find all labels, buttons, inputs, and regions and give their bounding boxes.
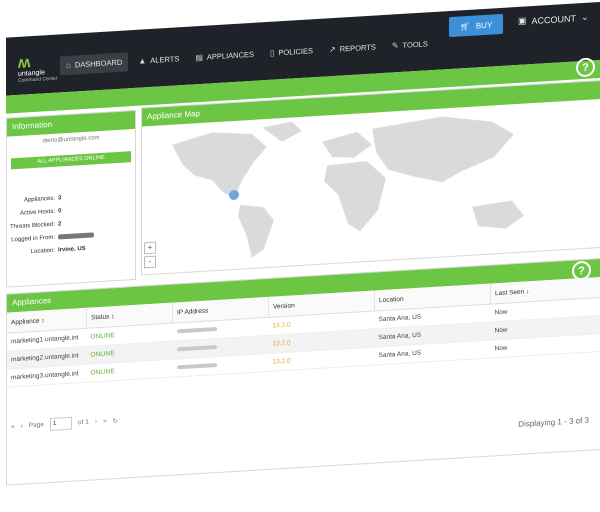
nav-policies[interactable]: ▯ POLICIES	[264, 41, 319, 63]
europe-shape	[322, 131, 372, 160]
appliance-map-panel: Appliance Map + -	[141, 80, 600, 276]
account-label: ACCOUNT	[532, 13, 577, 26]
appliances-icon: ▤	[195, 53, 203, 62]
cell-appliance: marketing3.untangle.int	[7, 364, 87, 387]
prev-page-button[interactable]: ‹	[21, 423, 23, 430]
displaying-count: Displaying 1 - 3 of 3	[518, 416, 589, 429]
appliances-panel: Appliances ? Appliance ↕ Status ↕ IP Add…	[6, 258, 600, 486]
page-label: Page	[29, 421, 44, 429]
policies-icon: ▯	[270, 49, 274, 58]
pagination: « ‹ Page 1 of 1 › » ↻	[11, 414, 118, 433]
next-page-button[interactable]: ›	[95, 418, 97, 425]
info-row-logged-in: Logged in From:	[7, 230, 135, 244]
info-row-appliances: Appliances:3	[7, 191, 135, 205]
brand-subtitle: Command Center	[18, 76, 58, 84]
home-icon: ⌂	[66, 61, 71, 70]
nav-tools[interactable]: ✎ TOOLS	[386, 34, 434, 56]
redacted-ip	[177, 327, 217, 333]
zoom-in-button[interactable]: +	[144, 242, 156, 255]
world-map[interactable]	[142, 99, 599, 272]
south-america-shape	[238, 203, 274, 259]
redacted-ip	[177, 345, 217, 351]
nav-alerts[interactable]: ▲ ALERTS	[132, 49, 185, 71]
dashboard-window: ʍ untangle Command Center ⌂ DASHBOARD ▲ ALE…	[0, 2, 600, 512]
nav-label: APPLIANCES	[207, 50, 254, 62]
alert-icon: ▲	[138, 56, 146, 65]
chevron-down-icon: ⌄	[581, 12, 589, 23]
buy-label: BUY	[476, 20, 492, 30]
nav-dashboard[interactable]: ⌂ DASHBOARD	[60, 52, 128, 75]
help-icon[interactable]: ?	[576, 57, 595, 77]
redacted-ip	[58, 232, 94, 239]
greenland-shape	[262, 121, 302, 143]
info-row-threats: Threats Blocked:2	[7, 217, 135, 231]
account-card-icon: ▣	[518, 15, 527, 27]
reports-icon: ↗	[329, 45, 336, 54]
redacted-ip	[177, 363, 217, 369]
buy-button[interactable]: 🛒︎ BUY	[449, 14, 503, 37]
page-input[interactable]: 1	[50, 417, 72, 431]
page-count: of 1	[78, 419, 89, 427]
nav-label: ALERTS	[150, 54, 179, 65]
account-menu[interactable]: ▣ ACCOUNT ⌄	[518, 12, 589, 27]
tools-icon: ✎	[392, 41, 399, 50]
nav-reports[interactable]: ↗ REPORTS	[323, 37, 382, 60]
cart-icon: 🛒︎	[460, 21, 470, 31]
north-america-shape	[172, 129, 267, 203]
zoom-out-button[interactable]: -	[144, 256, 156, 269]
nav-label: POLICIES	[278, 46, 313, 57]
information-panel: Information demo@untangle.com ALL APPLIA…	[6, 110, 136, 288]
nav-label: DASHBOARD	[75, 58, 123, 70]
last-page-button[interactable]: »	[103, 418, 107, 425]
asia-shape	[372, 112, 514, 187]
info-row-active-hosts: Active Hosts:0	[7, 204, 135, 218]
info-row-location: Location:Irvine, US	[7, 243, 135, 257]
australia-shape	[472, 200, 524, 231]
logo[interactable]: ʍ untangle Command Center	[18, 55, 58, 91]
main-nav: ⌂ DASHBOARD ▲ ALERTS ▤ APPLIANCES ▯ POLICIES ↗ RE…	[60, 34, 434, 75]
first-page-button[interactable]: «	[11, 423, 15, 430]
refresh-icon[interactable]: ↻	[113, 416, 118, 424]
nav-label: TOOLS	[403, 39, 428, 50]
nav-appliances[interactable]: ▤ APPLIANCES	[189, 44, 260, 67]
information-title: Information	[7, 111, 135, 137]
africa-shape	[324, 160, 386, 234]
cell-status: ONLINE	[87, 359, 173, 382]
online-status-badge: ALL APPLIANCES ONLINE	[11, 151, 131, 169]
nav-label: REPORTS	[340, 42, 376, 53]
